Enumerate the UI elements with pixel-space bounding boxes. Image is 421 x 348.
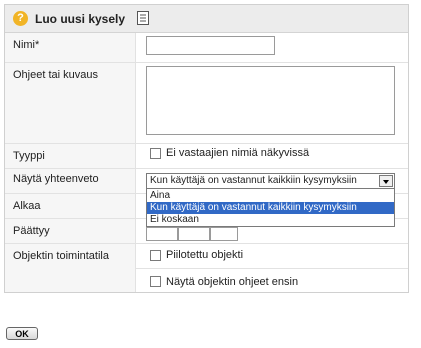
hide-names-label: Ei vastaajien nimiä näkyvissä [166, 147, 310, 159]
summary-select[interactable]: Kun käyttäjä on vastannut kaikkiin kysym… [146, 173, 395, 189]
start-time-input[interactable] [178, 227, 210, 241]
panel-header: ? Luo uusi kysely [5, 5, 408, 33]
page-edit-icon[interactable] [137, 11, 149, 25]
summary-option-never[interactable]: Ei koskaan [147, 214, 394, 226]
hidden-object-checkbox[interactable] [150, 250, 161, 261]
summary-option-after-all[interactable]: Kun käyttäjä on vastannut kaikkiin kysym… [147, 202, 394, 214]
page-title: Luo uusi kysely [35, 12, 126, 26]
question-mark-icon[interactable]: ? [13, 11, 28, 26]
end-date-input[interactable] [210, 227, 238, 241]
type-label: Tyyppi [13, 150, 45, 162]
summary-label: Näytä yhteenveto [13, 173, 99, 185]
hide-names-checkbox[interactable] [150, 148, 161, 159]
end-label: Päättyy [13, 225, 50, 237]
mode-label: Objektin toimintatila [13, 250, 109, 262]
show-instructions-checkbox[interactable] [150, 276, 161, 287]
summary-dropdown-list: Aina Kun käyttäjä on vastannut kaikkiin … [146, 188, 395, 227]
description-label: Ohjeet tai kuvaus [13, 69, 98, 81]
description-textarea[interactable] [146, 66, 395, 135]
start-date-input[interactable] [146, 227, 178, 241]
ok-button[interactable]: OK [6, 327, 38, 340]
chevron-down-icon[interactable] [379, 175, 393, 187]
summary-selected-value: Kun käyttäjä on vastannut kaikkiin kysym… [150, 175, 357, 186]
name-label: Nimi* [13, 39, 40, 51]
name-input[interactable] [146, 36, 275, 55]
hidden-object-label: Piilotettu objekti [166, 249, 244, 261]
summary-option-always[interactable]: Aina [147, 190, 394, 202]
start-label: Alkaa [13, 200, 41, 212]
show-instructions-label: Näytä objektin ohjeet ensin [166, 276, 299, 288]
